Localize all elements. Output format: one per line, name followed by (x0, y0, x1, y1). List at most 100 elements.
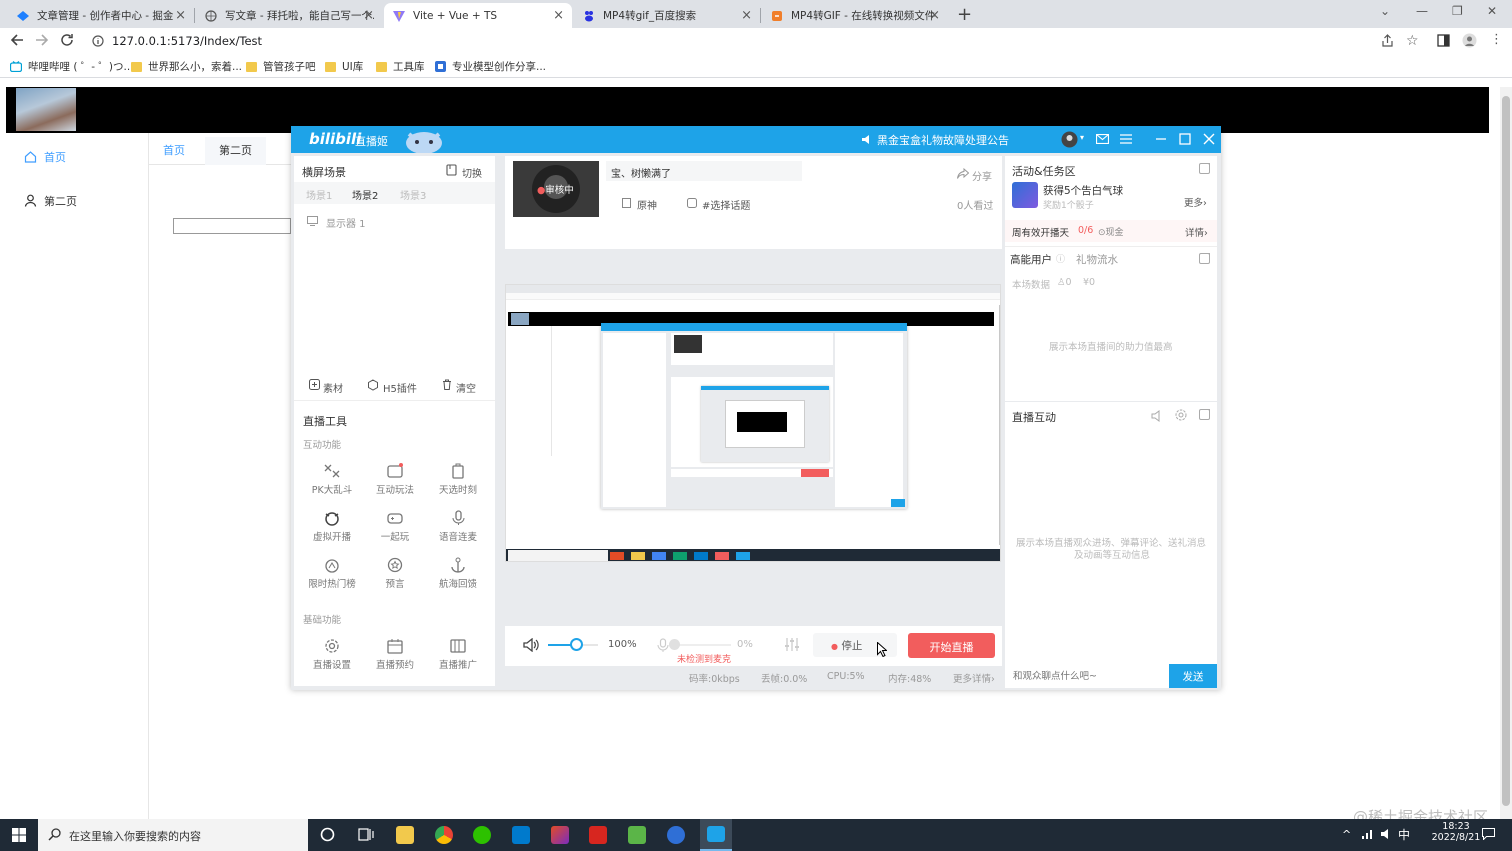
mic-slider-thumb[interactable] (669, 639, 680, 650)
bookmark-star-icon[interactable]: ☆ (1406, 33, 1419, 49)
live-settings-tool[interactable]: 直播设置 (302, 638, 362, 671)
live-promote-tool[interactable]: 直播推广 (428, 638, 488, 671)
tab-close-icon[interactable]: × (929, 8, 940, 23)
more-tasks-link[interactable]: 更多› (1184, 195, 1207, 209)
start-live-button[interactable]: 开始直播 (908, 633, 995, 658)
speaker-icon[interactable] (523, 638, 539, 652)
mic-disabled-icon[interactable] (657, 638, 669, 653)
minimize-icon[interactable]: — (1416, 4, 1428, 18)
tab-close-icon[interactable]: × (363, 8, 374, 23)
page-tab-home[interactable]: 首页 (149, 137, 199, 165)
page-text-input[interactable] (173, 218, 291, 234)
network-icon[interactable] (1361, 828, 1373, 840)
address-bar[interactable]: 127.0.0.1:5173/Index/Test (84, 30, 1374, 52)
tab-search-icon[interactable]: ⌄ (1380, 4, 1390, 18)
popout-icon[interactable] (1199, 163, 1210, 174)
send-button[interactable]: 发送 (1169, 664, 1217, 688)
tab-close-icon[interactable]: × (741, 8, 752, 23)
browser-tab-juejin[interactable]: 文章管理 - 创作者中心 - 掘金 × (8, 3, 194, 28)
bookmark-bilibili[interactable]: 哔哩哔哩 ( ゜- ゜)つ... (10, 59, 134, 74)
gift-flow-tab[interactable]: 礼物流水 (1076, 252, 1118, 267)
weekly-task-row[interactable]: 周有效开播天 0/6 ⊙现金 详情› (1005, 220, 1217, 242)
kugou-icon[interactable] (667, 826, 685, 844)
page-scrollbar-thumb[interactable] (1502, 96, 1510, 806)
reload-icon[interactable] (60, 33, 74, 47)
ime-indicator[interactable]: 中 (1398, 826, 1410, 843)
browser-tab-vite[interactable]: Vite + Vue + TS × (384, 3, 572, 28)
help-icon[interactable]: ⓘ (1056, 252, 1065, 265)
more-details-link[interactable]: 更多详情› (953, 671, 995, 685)
volume-tray-icon[interactable] (1380, 828, 1392, 840)
browser-tab-baidu[interactable]: MP4转gif_百度搜索 × (574, 3, 760, 28)
material-button[interactable]: 素材 (323, 380, 343, 395)
interaction-popout-icon[interactable] (1199, 409, 1210, 420)
pk-battle-tool[interactable]: PK大乱斗 (302, 463, 362, 496)
browser-tab-convert[interactable]: MP4转GIF - 在线转换视频文件 × (762, 3, 948, 28)
h5-plugin-button[interactable]: H5插件 (383, 380, 417, 395)
jetbrains-icon[interactable] (551, 826, 569, 844)
close-window-icon[interactable]: ✕ (1487, 4, 1497, 18)
new-tab-button[interactable]: + (957, 4, 972, 25)
notification-icon[interactable] (1482, 828, 1495, 840)
vip-popout-icon[interactable] (1199, 253, 1210, 264)
voice-link-tool[interactable]: 语音连麦 (428, 510, 488, 543)
cortana-icon[interactable] (320, 827, 335, 842)
nav-item-second[interactable]: 第二页 (24, 193, 77, 209)
lucky-draw-tool[interactable]: 天选时刻 (428, 463, 488, 496)
vscode-icon[interactable] (512, 826, 530, 844)
live-schedule-tool[interactable]: 直播预约 (365, 638, 425, 671)
task-view-icon[interactable] (358, 827, 374, 842)
wechat-icon[interactable] (473, 826, 491, 844)
vip-title[interactable]: 高能用户 (1010, 252, 1052, 267)
bookmark-folder-tools[interactable]: 工具库 (376, 59, 425, 74)
virtual-live-tool[interactable]: 虚拟开播 (302, 510, 362, 543)
avatar-dropdown-icon[interactable]: ▾ (1080, 133, 1084, 142)
interaction-settings-icon[interactable] (1175, 409, 1187, 421)
clear-button[interactable]: 清空 (456, 380, 476, 395)
topic-button[interactable]: #选择话题 (702, 197, 750, 212)
voyage-reward-tool[interactable]: 航海回馈 (428, 557, 488, 590)
nav-item-home[interactable]: 首页 (24, 149, 66, 165)
mixer-icon[interactable] (785, 637, 799, 652)
scene-tab-3[interactable]: 场景3 (400, 187, 426, 202)
file-explorer-icon[interactable] (396, 826, 414, 844)
app-close-icon[interactable] (1203, 133, 1215, 145)
bookmark-model[interactable]: 专业模型创作分享... (435, 59, 546, 74)
hamburger-menu-icon[interactable] (1120, 134, 1132, 144)
bookmark-folder-ui[interactable]: UI库 (325, 59, 363, 74)
announcement-text[interactable]: 黑金宝盒礼物故障处理公告 (877, 132, 1009, 148)
source-item[interactable]: 显示器 1 (326, 215, 366, 230)
browser-tab-write[interactable]: 写文章 - 拜托啦，能自己写一个... × (196, 3, 382, 28)
volume-slider-thumb[interactable] (569, 638, 583, 651)
room-cover[interactable]: ●审核中 (513, 161, 599, 217)
volume-slider[interactable] (548, 638, 598, 651)
windows-start-icon[interactable] (12, 828, 26, 842)
share-button[interactable]: 分享 (972, 168, 992, 183)
stream-preview[interactable] (505, 284, 1001, 562)
bilibili-live-taskbar-item[interactable] (700, 819, 732, 851)
danmaku-input[interactable] (1005, 664, 1169, 688)
play-together-tool[interactable]: 一起玩 (365, 510, 425, 543)
netease-icon[interactable] (589, 826, 607, 844)
forward-icon[interactable] (35, 33, 49, 47)
category-button[interactable]: 原神 (637, 197, 657, 212)
chrome-icon[interactable] (435, 826, 453, 844)
share-icon[interactable] (1381, 34, 1394, 47)
effects-icon[interactable] (1151, 410, 1163, 422)
prophecy-tool[interactable]: 预言 (365, 557, 425, 590)
restore-icon[interactable]: ❐ (1452, 4, 1463, 18)
tray-chevron-icon[interactable]: ^ (1342, 828, 1351, 841)
task-title[interactable]: 获得5个告白气球 (1043, 183, 1123, 198)
app-title-bar[interactable]: bilibili 直播姬 黑金宝盒礼物故障处理公告 ▾ (291, 126, 1221, 153)
page-tab-second[interactable]: 第二页 (205, 137, 266, 165)
tab-close-icon[interactable]: × (175, 8, 186, 23)
tab-close-icon[interactable]: × (553, 8, 564, 23)
clock[interactable]: 18:23 2022/8/21 (1430, 821, 1482, 843)
back-icon[interactable] (10, 33, 24, 47)
scene-tab-2[interactable]: 场景2 (352, 187, 378, 202)
switch-scene-button[interactable]: 切换 (462, 165, 482, 180)
interactive-play-tool[interactable]: 互动玩法 (365, 463, 425, 496)
menu-icon[interactable]: ⋮ (1490, 32, 1503, 47)
bookmark-folder-kids[interactable]: 管管孩子吧 (246, 59, 316, 74)
user-avatar-icon[interactable] (1061, 131, 1078, 148)
